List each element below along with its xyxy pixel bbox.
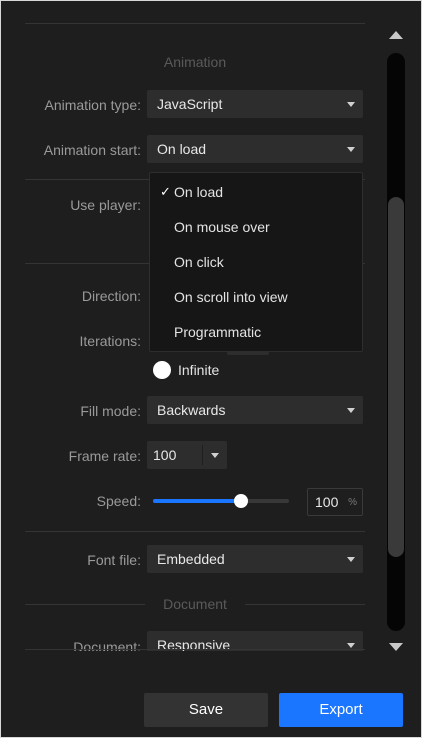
- scrollbar-thumb[interactable]: [388, 197, 404, 557]
- chevron-down-icon: [347, 557, 355, 562]
- font-file-select[interactable]: Embedded: [147, 545, 363, 573]
- export-button[interactable]: Export: [279, 693, 403, 727]
- speed-slider-handle[interactable]: [234, 494, 248, 508]
- fill-mode-select[interactable]: Backwards: [147, 396, 363, 424]
- chevron-down-icon: [347, 102, 355, 107]
- animation-start-select[interactable]: On load: [147, 135, 363, 163]
- checkmark-icon: ✓: [160, 184, 171, 199]
- font-file-label: Font file:: [87, 552, 141, 568]
- chevron-down-icon: [347, 643, 355, 648]
- document-select[interactable]: Responsive: [147, 631, 363, 651]
- scroll-up-arrow-icon[interactable]: [389, 31, 403, 39]
- use-player-label: Use player:: [70, 197, 141, 213]
- animation-start-label: Animation start:: [43, 142, 141, 158]
- divider: [245, 604, 365, 605]
- bottom-divider: [25, 649, 365, 650]
- speed-label: Speed:: [96, 493, 141, 509]
- frame-rate-label: Frame rate:: [68, 448, 141, 464]
- speed-slider-fill: [153, 499, 241, 503]
- iterations-label: Iterations:: [79, 333, 141, 349]
- chevron-down-icon: [347, 408, 355, 413]
- dropdown-option-programmatic[interactable]: Programmatic: [150, 315, 362, 349]
- top-divider: [25, 23, 365, 24]
- animation-start-dropdown: ✓ On load On mouse over On click On scro…: [149, 172, 363, 352]
- divider: [25, 604, 145, 605]
- scroll-down-arrow-icon[interactable]: [389, 643, 403, 651]
- section-title-animation: Animation: [163, 54, 227, 70]
- animation-type-label: Animation type:: [44, 97, 142, 113]
- divider: [25, 531, 365, 532]
- percent-unit: %: [348, 497, 357, 508]
- chevron-down-icon: [347, 147, 355, 152]
- dropdown-option-on-mouse-over[interactable]: On mouse over: [150, 210, 362, 244]
- dropdown-option-on-load[interactable]: ✓ On load: [150, 175, 362, 209]
- direction-label: Direction:: [81, 288, 141, 304]
- frame-rate-input[interactable]: 100: [147, 441, 227, 469]
- speed-input[interactable]: 100 %: [307, 488, 363, 516]
- animation-type-select[interactable]: JavaScript: [147, 90, 363, 118]
- export-dialog: Animation Animation type: JavaScript Ani…: [0, 0, 422, 738]
- dropdown-option-on-scroll-into-view[interactable]: On scroll into view: [150, 280, 362, 314]
- section-title-document: Document: [25, 596, 365, 612]
- infinite-radio[interactable]: [153, 361, 171, 379]
- speed-slider[interactable]: [153, 491, 289, 511]
- save-button[interactable]: Save: [144, 693, 268, 727]
- fill-mode-label: Fill mode:: [80, 403, 141, 419]
- dropdown-option-on-click[interactable]: On click: [150, 245, 362, 279]
- infinite-label: Infinite: [178, 362, 220, 378]
- frame-rate-separator: [202, 445, 203, 465]
- chevron-down-icon[interactable]: [211, 453, 219, 458]
